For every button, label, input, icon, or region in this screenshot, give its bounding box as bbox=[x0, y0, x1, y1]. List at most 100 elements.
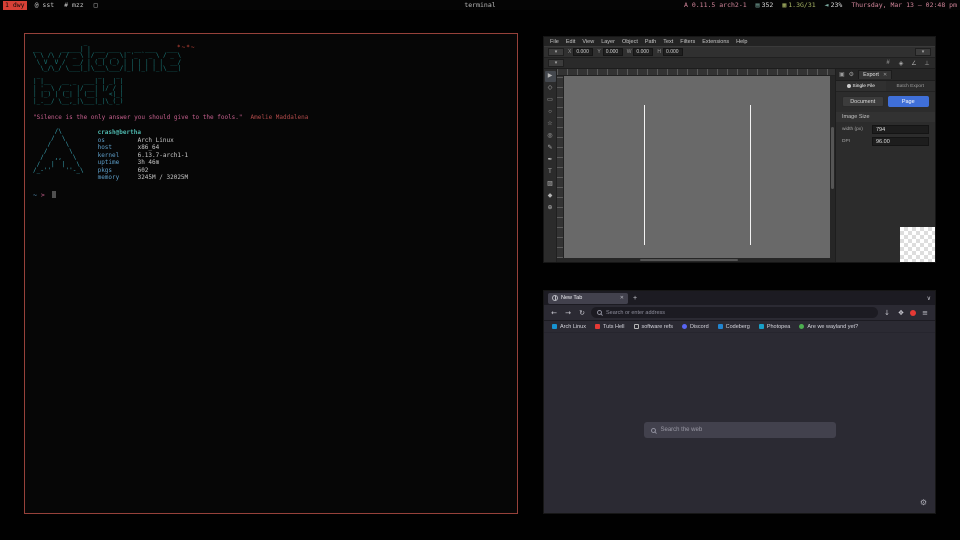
y-input[interactable]: 0.000 bbox=[603, 48, 623, 56]
dock-objects-icon[interactable]: ▣ bbox=[839, 71, 845, 78]
prompt-path: ~ bbox=[33, 191, 37, 199]
shell-prompt[interactable]: ~ > bbox=[33, 191, 509, 199]
x-input[interactable]: 0.000 bbox=[573, 48, 593, 56]
page-button[interactable]: Page bbox=[888, 96, 930, 107]
zoom-dropdown[interactable]: ▾ bbox=[915, 48, 931, 56]
bookmark-favicon bbox=[759, 324, 764, 329]
fetch-output: /\ / \ / \ / \ / ,, \ / | | \ /_-'' ''-_… bbox=[33, 129, 509, 182]
snap-grid-icon[interactable]: # bbox=[884, 60, 892, 66]
tab-batch-export[interactable]: Batch Export bbox=[886, 81, 936, 91]
new-tab-button[interactable]: + bbox=[633, 295, 637, 302]
tool-dropper-icon[interactable]: ◆ bbox=[545, 191, 556, 202]
snap-perpendicular-icon[interactable]: ⊥ bbox=[923, 60, 931, 67]
canvas-horizontal-scrollbar[interactable] bbox=[557, 258, 835, 262]
menu-text[interactable]: Text bbox=[663, 39, 673, 45]
tool-node-icon[interactable]: ◇ bbox=[545, 83, 556, 94]
updates-text: A 0.11.5 arch2-1 bbox=[684, 1, 747, 9]
inkscape-window[interactable]: File Edit View Layer Object Path Text Fi… bbox=[543, 36, 936, 263]
menu-file[interactable]: File bbox=[550, 39, 559, 45]
bookmark-discord[interactable]: Discord bbox=[682, 324, 709, 330]
terminal-window[interactable]: *~*~ _ __ _____| | ___ ___ _ __ ___ ___ … bbox=[24, 33, 518, 514]
menu-path[interactable]: Path bbox=[645, 39, 656, 45]
h-input[interactable]: 0.000 bbox=[663, 48, 683, 56]
tool-ellipse-icon[interactable]: ○ bbox=[545, 107, 556, 118]
menu-view[interactable]: View bbox=[582, 39, 594, 45]
tool-spiral-icon[interactable]: ◎ bbox=[545, 131, 556, 142]
w-input[interactable]: 0.000 bbox=[633, 48, 653, 56]
document-dropdown[interactable]: ▾ bbox=[548, 59, 564, 67]
workspace-tag-4[interactable]: □ bbox=[92, 1, 100, 10]
downloads-button[interactable]: ↓ bbox=[882, 309, 892, 317]
snap-angle-icon[interactable]: ∠ bbox=[910, 60, 918, 67]
tab-list-caret-icon[interactable]: ∨ bbox=[927, 295, 931, 302]
workspace-tag-3[interactable]: # mzz bbox=[62, 1, 86, 10]
tool-gradient-icon[interactable]: ▨ bbox=[545, 179, 556, 190]
tab-title: New Tab bbox=[561, 295, 617, 301]
recording-indicator-icon bbox=[910, 310, 916, 316]
fetch-row-kernel: kernel6.13.7-arch1-1 bbox=[98, 152, 189, 160]
export-tab[interactable]: Export ✕ bbox=[858, 70, 892, 79]
page-border-left bbox=[644, 105, 645, 245]
inkscape-menubar: File Edit View Layer Object Path Text Fi… bbox=[544, 37, 935, 46]
bookmark-software-refs[interactable]: software refs bbox=[634, 324, 673, 330]
bookmark-codeberg[interactable]: Codeberg bbox=[718, 324, 750, 330]
tool-zoom-icon[interactable]: ⊕ bbox=[545, 203, 556, 214]
dock-tab-strip: ▣ ⚙ Export ✕ bbox=[836, 69, 935, 81]
bookmark-tuts-hell[interactable]: Tuts Hell bbox=[595, 324, 625, 330]
snap-node-icon[interactable]: ◈ bbox=[897, 60, 905, 67]
back-button[interactable]: ← bbox=[549, 309, 559, 317]
fetch-info: crash@bertha osArch Linux hostx86_64 ker… bbox=[98, 129, 189, 182]
search-icon bbox=[651, 428, 656, 433]
document-button[interactable]: Document bbox=[842, 96, 884, 107]
inkscape-canvas[interactable] bbox=[564, 76, 830, 258]
dock-settings-icon[interactable]: ⚙ bbox=[849, 71, 854, 78]
menu-help[interactable]: Help bbox=[736, 39, 747, 45]
tab-close-icon[interactable]: ✕ bbox=[620, 295, 624, 301]
address-bar[interactable]: Search or enter address bbox=[591, 307, 878, 318]
disk-text: 352 bbox=[762, 1, 774, 9]
tab-single-file[interactable]: Single File bbox=[836, 81, 886, 91]
tool-pencil-icon[interactable]: ✎ bbox=[545, 143, 556, 154]
menu-object[interactable]: Object bbox=[622, 39, 638, 45]
menu-filters[interactable]: Filters bbox=[680, 39, 695, 45]
export-preview-thumbnail bbox=[900, 227, 935, 262]
bookmark-arch-linux[interactable]: Arch Linux bbox=[552, 324, 586, 330]
bookmark-favicon bbox=[799, 324, 804, 329]
inkscape-tool-options-bar: ▾ X0.000 Y0.000 W0.000 H0.000 ▾ bbox=[544, 46, 935, 58]
tool-text-icon[interactable]: T bbox=[545, 167, 556, 178]
workspace-tag-2[interactable]: @ sst bbox=[33, 1, 57, 10]
menu-button[interactable]: ≡ bbox=[920, 309, 930, 317]
tool-star-icon[interactable]: ☆ bbox=[545, 119, 556, 130]
menu-extensions[interactable]: Extensions bbox=[702, 39, 729, 45]
field-w: W0.000 bbox=[627, 48, 654, 56]
extensions-button[interactable]: ❖ bbox=[896, 309, 906, 317]
dpi-input[interactable]: 96.00 bbox=[872, 137, 929, 146]
inkscape-toolbox: ▶ ◇ ▭ ○ ☆ ◎ ✎ ✒ T ▨ ◆ ⊕ bbox=[544, 69, 557, 262]
menu-edit[interactable]: Edit bbox=[566, 39, 575, 45]
bookmarks-bar: Arch Linux Tuts Hell software refs Disco… bbox=[544, 321, 935, 333]
browser-tab-bar: New Tab ✕ + ∨ bbox=[544, 291, 935, 305]
browser-tab[interactable]: New Tab ✕ bbox=[548, 293, 628, 304]
bookmark-favicon bbox=[718, 324, 723, 329]
web-search-input[interactable]: Search the web bbox=[644, 422, 836, 438]
width-input[interactable]: 794 bbox=[872, 125, 929, 134]
bookmark-photopea[interactable]: Photopea bbox=[759, 324, 791, 330]
forward-button[interactable]: → bbox=[563, 309, 573, 317]
tool-pen-icon[interactable]: ✒ bbox=[545, 155, 556, 166]
width-row: width (px) 794 bbox=[836, 122, 935, 134]
browser-window[interactable]: New Tab ✕ + ∨ ← → ↻ Search or enter addr… bbox=[543, 290, 936, 514]
prompt-symbol: > bbox=[41, 191, 45, 199]
workspace-tag-1[interactable]: 1 dwy bbox=[3, 1, 27, 10]
disk-icon: ▤ bbox=[756, 1, 760, 9]
width-label: width (px) bbox=[842, 127, 868, 132]
dpi-row: DPI 96.00 bbox=[836, 134, 935, 146]
close-icon[interactable]: ✕ bbox=[883, 72, 887, 78]
browser-nav-bar: ← → ↻ Search or enter address ↓ ❖ ≡ bbox=[544, 305, 935, 321]
bookmark-are-we-wayland-yet[interactable]: Are we wayland yet? bbox=[799, 324, 858, 330]
personalize-gear-icon[interactable]: ⚙ bbox=[920, 498, 927, 507]
tool-rect-icon[interactable]: ▭ bbox=[545, 95, 556, 106]
menu-layer[interactable]: Layer bbox=[601, 39, 615, 45]
tool-selector-icon[interactable]: ▶ bbox=[545, 71, 556, 82]
reload-button[interactable]: ↻ bbox=[577, 309, 587, 317]
selection-mode-dropdown[interactable]: ▾ bbox=[548, 48, 564, 56]
